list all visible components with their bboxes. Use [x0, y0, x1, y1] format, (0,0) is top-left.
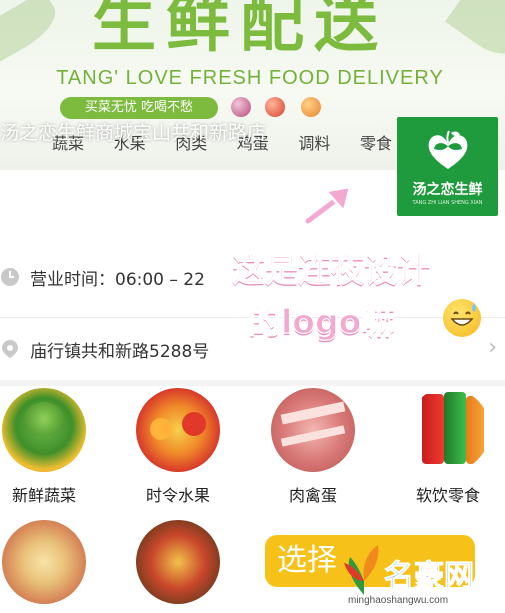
category-platter[interactable] — [0, 520, 94, 604]
watermark: 名豪网 minghaoshangwu.com — [338, 535, 505, 613]
logo-name: 汤之恋生鲜 — [412, 182, 483, 198]
platter-icon — [2, 520, 86, 604]
category-vegetables[interactable]: 新鲜蔬菜 — [0, 388, 94, 506]
store-logo: 汤之恋生鲜 TANG ZHI LIAN SHENG XIAN — [397, 117, 498, 216]
category-label: 肉禽蛋 — [288, 486, 337, 505]
category-meat[interactable]: 肉禽蛋 — [263, 388, 363, 506]
grinning-sweat-emoji-icon — [443, 299, 481, 337]
category-label: 软饮零食 — [415, 486, 480, 505]
sticker-text-line1: 这是连夜设计 — [231, 249, 430, 289]
category-drinks-snacks[interactable]: 软饮零食 — [398, 388, 498, 506]
banner-title: 生鲜配送 — [92, 0, 388, 61]
orange-icon — [301, 97, 321, 117]
spices-icon — [136, 520, 220, 604]
logo-subtext: TANG ZHI LIAN SHENG XIAN — [412, 200, 483, 206]
section-separator — [0, 380, 505, 386]
category-label: 时令水果 — [145, 486, 210, 505]
category-fruit[interactable]: 时令水果 — [128, 388, 228, 506]
watermark-logo-icon — [344, 545, 379, 595]
watermark-name: 名豪网 — [384, 559, 475, 595]
meat-icon — [271, 388, 355, 472]
heart-leaf-icon — [428, 130, 468, 169]
clock-icon — [1, 268, 19, 286]
banner-subtitle: TANG' LOVE FRESH FOOD DELIVERY — [56, 67, 444, 89]
arrow-sticker-icon — [303, 185, 352, 226]
soda-icon — [406, 388, 490, 472]
sticker-text-line2: 的logo嘛 — [247, 301, 395, 341]
comment-sticker: 这是连夜设计 的logo嘛 — [231, 243, 505, 353]
leaf-decoration — [445, 0, 505, 68]
category-label: 新鲜蔬菜 — [11, 486, 76, 505]
watermark-url: minghaoshangwu.com — [348, 595, 449, 606]
fruit-icon — [136, 388, 220, 472]
business-hours: 营业时间：06:00 – 22 — [30, 269, 205, 290]
banner-slogan: 买菜无忧 吃喝不愁 — [60, 97, 218, 119]
select-button-label: 选择 — [277, 543, 337, 578]
store-address: 庙行镇共和新路5288号 — [30, 341, 210, 362]
category-spices[interactable] — [128, 520, 228, 604]
plum-icon — [231, 97, 251, 117]
peach-icon — [265, 97, 285, 117]
location-pin-icon — [2, 340, 18, 358]
vegetables-icon — [2, 388, 86, 472]
